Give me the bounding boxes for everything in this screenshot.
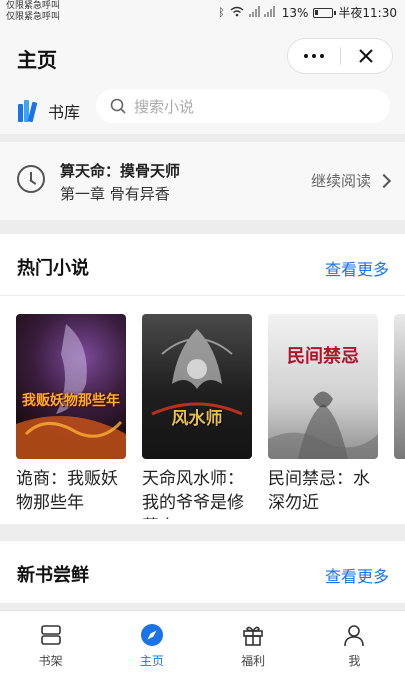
tab-welfare[interactable]: 福利 <box>203 611 304 676</box>
section-divider <box>0 295 405 296</box>
more-icon <box>304 54 308 58</box>
close-button[interactable] <box>341 39 392 73</box>
status-bar: 仅限紧急呼叫 仅限紧急呼叫 ᛒ 13% 半夜11:30 <box>0 0 405 26</box>
miniprogram-capsule <box>287 38 393 74</box>
hot-novels-section: 热门小说 查看更多 我贩妖物那些年 诡商：我贩妖物那些年 风水师 天命风水师：我… <box>0 234 405 524</box>
last-read-book-title: 算天命：摸骨天师 <box>60 162 181 180</box>
book-cover: 风水师 <box>142 314 252 459</box>
book-title: 民间禁忌：水深勿近 <box>268 469 370 513</box>
book-card[interactable]: 风水师 天命风水师：我的爷爷是修墓人 <box>142 314 252 519</box>
bookshelf-icon <box>40 625 61 645</box>
book-title: 天命风水师：我的爷爷是修墓人 <box>142 469 244 519</box>
battery-icon <box>313 7 337 18</box>
clock-time: 半夜11:30 <box>338 6 397 20</box>
chevron-right-icon <box>376 173 392 188</box>
page-header: 主页 <box>0 26 405 88</box>
tab-label: 我 <box>348 654 361 668</box>
book-cover: 我贩妖物那些年 <box>16 314 126 459</box>
gift-icon <box>243 626 263 646</box>
hot-novels-more-link[interactable]: 查看更多 <box>325 256 389 280</box>
search-row: 书库 搜索小说 <box>0 88 405 134</box>
carrier-line-2: 仅限紧急呼叫 <box>6 12 61 22</box>
tab-home[interactable]: 主页 <box>101 611 202 676</box>
bottom-tab-bar: 书架 主页 福利 我 <box>0 610 405 676</box>
book-cover-title: 我贩妖物那些年 <box>22 393 120 409</box>
tab-me[interactable]: 我 <box>304 611 405 676</box>
wifi-icon <box>230 6 244 20</box>
new-books-more-link[interactable]: 查看更多 <box>325 563 389 587</box>
book-card[interactable]: 民间禁忌 民间禁忌：水深勿近 <box>268 314 378 519</box>
book-cover <box>394 314 405 459</box>
library-link[interactable]: 书库 <box>18 96 80 126</box>
compass-icon <box>140 624 163 646</box>
hot-novels-carousel[interactable]: 我贩妖物那些年 诡商：我贩妖物那些年 风水师 天命风水师：我的爷爷是修墓人 <box>16 314 405 524</box>
book-cover-title: 风水师 <box>171 409 223 429</box>
search-placeholder: 搜索小说 <box>134 97 195 116</box>
tab-label: 主页 <box>139 654 164 668</box>
last-read-chapter: 第一章 骨有异香 <box>60 185 170 203</box>
signal-icon <box>248 5 277 20</box>
history-clock-icon <box>17 165 45 193</box>
book-cover-title: 民间禁忌 <box>287 346 359 367</box>
library-icon <box>18 100 40 123</box>
book-card[interactable] <box>394 314 405 459</box>
carrier-line-1: 仅限紧急呼叫 <box>6 1 61 11</box>
person-icon <box>344 625 365 647</box>
new-books-title: 新书尝鲜 <box>17 565 89 586</box>
more-button[interactable] <box>288 39 340 73</box>
tab-label: 福利 <box>241 654 266 668</box>
page-title: 主页 <box>17 48 57 72</box>
book-cover: 民间禁忌 <box>268 314 378 459</box>
library-label: 书库 <box>48 103 81 122</box>
search-input[interactable]: 搜索小说 <box>96 89 390 123</box>
continue-reading-button[interactable]: 继续阅读 <box>310 170 392 191</box>
close-icon <box>359 49 374 63</box>
carrier-status: 仅限紧急呼叫 仅限紧急呼叫 <box>6 1 60 23</box>
status-indicators: ᛒ 13% 半夜11:30 <box>218 4 397 21</box>
bluetooth-icon: ᛒ <box>218 6 225 19</box>
hot-novels-title: 热门小说 <box>17 258 89 279</box>
search-icon <box>110 98 126 114</box>
new-books-section: 新书尝鲜 查看更多 <box>0 541 405 603</box>
battery-percent: 13% <box>281 5 309 20</box>
continue-reading-card[interactable]: 算天命：摸骨天师 第一章 骨有异香 继续阅读 <box>0 142 405 220</box>
tab-bookshelf[interactable]: 书架 <box>0 611 101 676</box>
continue-reading-label: 继续阅读 <box>310 172 371 190</box>
book-card[interactable]: 我贩妖物那些年 诡商：我贩妖物那些年 <box>16 314 126 519</box>
book-title: 诡商：我贩妖物那些年 <box>16 469 118 513</box>
tab-label: 书架 <box>38 654 63 668</box>
